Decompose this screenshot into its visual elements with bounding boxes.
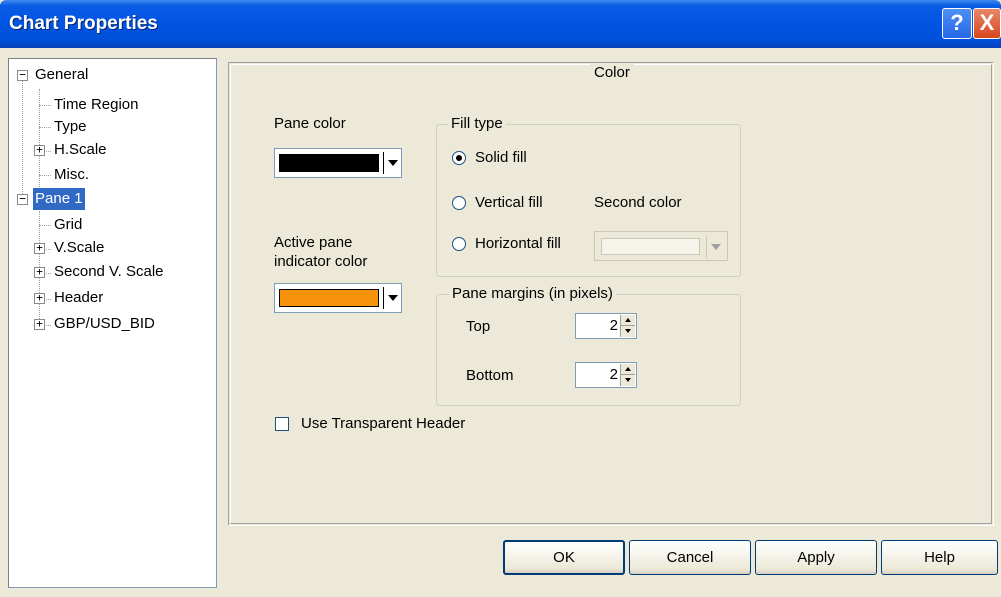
- dropdown-separator: [706, 236, 707, 258]
- tree-item-type[interactable]: Type: [54, 116, 87, 138]
- tree-connector: [46, 325, 51, 326]
- title-bar[interactable]: Chart Properties ? X: [0, 0, 1001, 48]
- top-margin-value[interactable]: 2: [610, 317, 618, 335]
- tree-item-grid[interactable]: Grid: [54, 214, 82, 236]
- horizontal-fill-radio[interactable]: [452, 237, 466, 251]
- active-indicator-color-picker[interactable]: [274, 283, 402, 313]
- tree-item-second-v-scale[interactable]: Second V. Scale: [54, 261, 164, 283]
- pane-margins-title: Pane margins (in pixels): [449, 285, 616, 303]
- active-indicator-label-line2: indicator color: [274, 253, 368, 270]
- cancel-button[interactable]: Cancel: [629, 540, 751, 575]
- expand-icon[interactable]: +: [34, 144, 45, 156]
- tree-item-pane-1[interactable]: Pane 1: [33, 188, 85, 210]
- bottom-margin-label: Bottom: [466, 367, 514, 384]
- tree-item-header[interactable]: Header: [54, 287, 103, 309]
- tree-item-v-scale[interactable]: V.Scale: [54, 237, 104, 259]
- tree-connector: [46, 299, 51, 300]
- tree-item-misc[interactable]: Misc.: [54, 164, 89, 186]
- second-color-swatch: [601, 238, 700, 255]
- expand-icon[interactable]: +: [34, 266, 45, 278]
- apply-button[interactable]: Apply: [755, 540, 877, 575]
- tree-item-gbp-usd-bid[interactable]: GBP/USD_BID: [54, 313, 155, 335]
- tree-item-general[interactable]: General: [35, 64, 88, 86]
- vertical-fill-radio[interactable]: [452, 196, 466, 210]
- chevron-down-icon[interactable]: [388, 295, 398, 301]
- window-title: Chart Properties: [9, 13, 158, 34]
- collapse-icon[interactable]: −: [17, 69, 28, 81]
- horizontal-fill-label[interactable]: Horizontal fill: [475, 235, 561, 253]
- dropdown-separator: [383, 152, 384, 174]
- help-button[interactable]: Help: [881, 540, 998, 575]
- active-indicator-color-swatch: [279, 289, 379, 307]
- properties-tree[interactable]: − General Time Region Type + H.Scale Mis…: [8, 58, 217, 588]
- chevron-down-icon: [711, 244, 721, 250]
- second-color-label: Second color: [594, 194, 682, 211]
- spin-up-icon[interactable]: [621, 315, 635, 326]
- panel-title: Color: [590, 64, 634, 82]
- tree-connector: [39, 175, 51, 176]
- tree-connector: [22, 76, 23, 196]
- close-icon[interactable]: X: [973, 8, 1001, 39]
- spin-buttons[interactable]: [620, 364, 635, 386]
- collapse-icon[interactable]: −: [17, 193, 28, 205]
- dropdown-separator: [383, 287, 384, 309]
- spin-down-icon[interactable]: [621, 375, 635, 386]
- tree-connector: [46, 249, 51, 250]
- second-color-picker: [594, 231, 728, 261]
- ok-button[interactable]: OK: [503, 540, 625, 575]
- pane-color-label: Pane color: [274, 115, 346, 132]
- bottom-margin-value[interactable]: 2: [610, 366, 618, 384]
- active-indicator-label-line1: Active pane: [274, 234, 353, 251]
- expand-icon[interactable]: +: [34, 292, 45, 304]
- transparent-header-label[interactable]: Use Transparent Header: [301, 415, 465, 433]
- expand-icon[interactable]: +: [34, 318, 45, 330]
- help-icon[interactable]: ?: [942, 8, 972, 39]
- radio-selected-dot: [456, 155, 462, 161]
- transparent-header-checkbox[interactable]: [275, 417, 289, 431]
- pane-color-picker[interactable]: [274, 148, 402, 178]
- expand-icon[interactable]: +: [34, 242, 45, 254]
- top-margin-stepper[interactable]: 2: [575, 313, 637, 339]
- spin-up-icon[interactable]: [621, 364, 635, 375]
- tree-connector: [39, 225, 51, 226]
- tree-connector: [46, 151, 51, 152]
- top-margin-label: Top: [466, 318, 491, 335]
- tree-item-time-region[interactable]: Time Region: [54, 94, 138, 116]
- pane-margins-group: [436, 294, 741, 406]
- tree-connector: [46, 273, 51, 274]
- fill-type-title: Fill type: [448, 115, 506, 133]
- vertical-fill-label[interactable]: Vertical fill: [475, 194, 543, 212]
- tree-connector: [39, 127, 51, 128]
- chevron-down-icon[interactable]: [388, 160, 398, 166]
- spin-buttons[interactable]: [620, 315, 635, 337]
- pane-color-swatch: [279, 154, 379, 172]
- bottom-margin-stepper[interactable]: 2: [575, 362, 637, 388]
- solid-fill-label[interactable]: Solid fill: [475, 149, 527, 167]
- tree-item-h-scale[interactable]: H.Scale: [54, 139, 107, 161]
- spin-down-icon[interactable]: [621, 326, 635, 337]
- tree-connector: [39, 105, 51, 106]
- solid-fill-radio[interactable]: [452, 151, 466, 165]
